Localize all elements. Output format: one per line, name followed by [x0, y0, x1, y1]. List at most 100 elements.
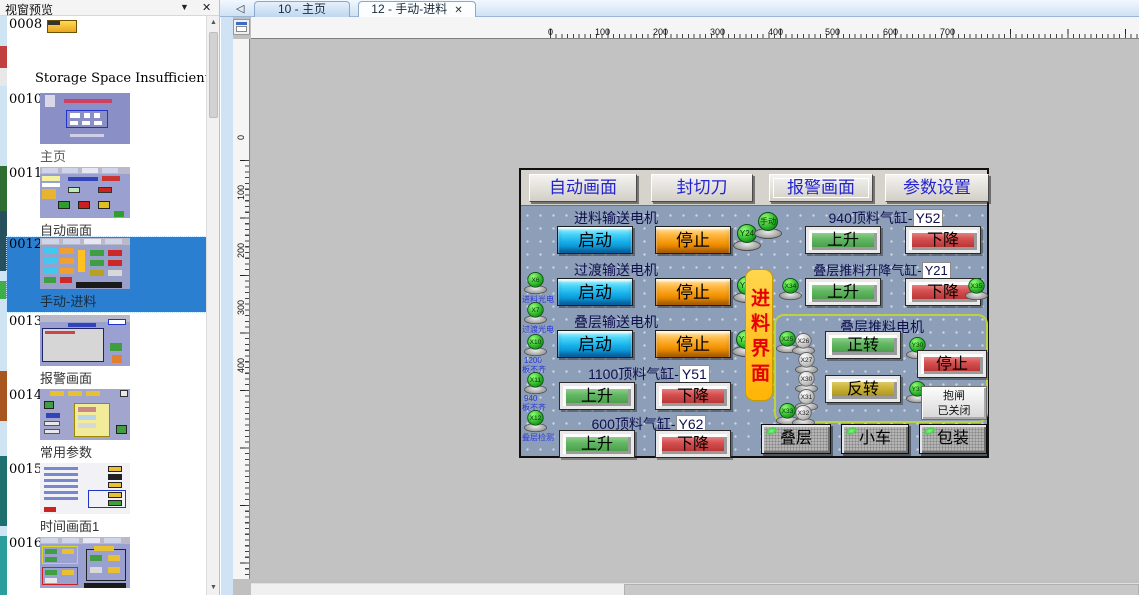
nav-button-auto-screen[interactable]: 自动画面: [529, 174, 637, 202]
screen-number: 0016: [9, 536, 42, 551]
screen-caption: 常用参数: [40, 442, 92, 461]
stop-button-transition-conveyor[interactable]: 停止: [655, 278, 731, 306]
screen-caption: 主页: [40, 146, 66, 165]
screen-thumbnail: [40, 238, 130, 289]
stop-button-push-motor[interactable]: 停止: [917, 350, 987, 378]
footer-button-cart[interactable]: 小车: [841, 424, 909, 454]
screen-caption: 时间画面1: [40, 516, 99, 535]
ruler-tick-label: 200: [236, 243, 246, 258]
close-icon[interactable]: ✕: [202, 1, 211, 14]
tab-bar: ◁ 10 - 主页 12 - 手动-进料 ✕: [220, 0, 1139, 17]
indicator-dot: [765, 426, 777, 435]
scrollbar-thumb[interactable]: [209, 32, 218, 118]
up-button-1100-cylinder[interactable]: 上升: [559, 382, 635, 410]
start-button-stack-conveyor[interactable]: 启动: [557, 330, 633, 358]
sidebar-item-screen-0013[interactable]: 0013 报警画面: [7, 314, 206, 388]
sensor-label: 叠层检测: [522, 432, 554, 443]
ruler-tick-label: 0: [525, 27, 553, 37]
tag-Y52: Y52: [913, 209, 944, 227]
screen-caption: 报警画面: [40, 368, 92, 387]
start-button-transition-conveyor[interactable]: 启动: [557, 278, 633, 306]
nav-button-parameter-settings[interactable]: 参数设置: [885, 174, 989, 202]
lamp-X11[interactable]: X11: [524, 372, 547, 394]
tag-Y21: Y21: [922, 262, 951, 279]
cylinder-title-940: 940顶料气缸-Y52: [791, 208, 981, 228]
screen-number: 0014: [9, 388, 42, 403]
feed-interface-banner[interactable]: 进料界面: [745, 269, 773, 401]
lamp-X7[interactable]: X7: [524, 302, 547, 324]
tab-screen-10[interactable]: 10 - 主页: [254, 1, 350, 17]
tab-screen-12[interactable]: 12 - 手动-进料 ✕: [358, 1, 476, 17]
screen-caption: 手动-进料: [40, 291, 96, 310]
canvas-horizontal-scrollbar[interactable]: [251, 583, 1139, 595]
screen-number: 0015: [9, 462, 42, 477]
forward-button-push-motor[interactable]: 正转: [825, 331, 901, 359]
ruler-tick-label: 0: [236, 135, 246, 140]
up-button-stack-lift-cylinder[interactable]: 上升: [805, 278, 881, 306]
down-button-940-cylinder[interactable]: 下降: [905, 226, 981, 254]
footer-button-stack[interactable]: 叠层: [761, 424, 831, 454]
screen-thumbnail: [47, 20, 77, 33]
up-button-600-cylinder[interactable]: 上升: [559, 430, 635, 458]
start-button-feed-conveyor[interactable]: 启动: [557, 226, 633, 254]
sidebar-item-screen-0008[interactable]: 0008 Storage Space Insufficient: [7, 17, 206, 91]
screen-thumbnail: [40, 463, 130, 514]
horizontal-ruler: 0 100 200 300 400 500 600 700: [251, 17, 1139, 39]
hmi-screen-manual-feed[interactable]: 自动画面 封切刀 报警画面 参数设置 进料输送电机 启动 停止 Y24 手动 过…: [519, 168, 989, 458]
vertical-ruler: 0 100 200 300 400: [233, 39, 250, 579]
nav-button-seal-cutter[interactable]: 封切刀: [651, 174, 753, 202]
ruler-tick-label: 500: [812, 27, 840, 37]
scroll-up-icon[interactable]: ▲: [208, 17, 219, 29]
hmi-editor-window: 视窗预览 ▼ ✕ 0008 Storage Space Insufficient…: [0, 0, 1139, 595]
stop-button-stack-conveyor[interactable]: 停止: [655, 330, 731, 358]
panel-splitter[interactable]: [220, 17, 233, 595]
tab-scroll-left-icon[interactable]: ◁: [236, 2, 244, 15]
screen-caption: Storage Space Insufficient: [35, 71, 210, 86]
sidebar-item-screen-0011[interactable]: 0011 自动画面: [7, 166, 206, 240]
lamp-X12[interactable]: X12: [524, 410, 547, 432]
chevron-down-icon[interactable]: ▼: [180, 2, 189, 12]
footer-button-packaging[interactable]: 包装: [919, 424, 987, 454]
ruler-tick-label: 600: [870, 27, 898, 37]
lamp-X35[interactable]: X35: [965, 278, 988, 300]
lamp-X10[interactable]: X10: [524, 334, 547, 356]
screen-number: 0008: [9, 17, 42, 32]
screen-number: 0011: [9, 166, 42, 181]
stop-button-feed-conveyor[interactable]: 停止: [655, 226, 731, 254]
screen-number: 0013: [9, 314, 42, 329]
sidebar-item-screen-0014[interactable]: 0014 常用参数: [7, 388, 206, 462]
screen-thumbnail: [40, 389, 130, 440]
lamp-X34[interactable]: X34: [779, 278, 802, 300]
sidebar-item-screen-0016[interactable]: 0016: [7, 536, 206, 595]
ruler-tick-label: 300: [697, 27, 725, 37]
motor-title-feed-conveyor: 进料输送电机: [521, 208, 711, 228]
screen-nav-strip: 自动画面 封切刀 报警画面 参数设置: [521, 170, 987, 206]
tab-label: 12 - 手动-进料: [371, 2, 447, 16]
down-button-1100-cylinder[interactable]: 下降: [655, 382, 731, 410]
brake-line2: 已关闭: [922, 404, 986, 419]
tab-close-icon[interactable]: ✕: [454, 5, 462, 16]
sidebar-item-screen-0015[interactable]: 0015 时间画面1: [7, 462, 206, 536]
scrollbar-thumb[interactable]: [624, 584, 1139, 595]
reverse-button-push-motor[interactable]: 反转: [825, 375, 901, 403]
desktop-edge-artifact: [0, 16, 7, 595]
indicator-dot: [845, 426, 857, 435]
lamp-manual-mode[interactable]: 手动: [754, 212, 782, 239]
scroll-down-icon[interactable]: ▼: [208, 582, 219, 594]
tab-label: 10 - 主页: [278, 2, 326, 16]
sidebar-scrollbar[interactable]: ▲ ▼: [206, 16, 219, 595]
tag-Y51: Y51: [679, 365, 710, 383]
sidebar-item-screen-0010[interactable]: 0010 主页: [7, 92, 206, 166]
up-button-940-cylinder[interactable]: 上升: [805, 226, 881, 254]
ruler-tick-label: 100: [236, 185, 246, 200]
motor-title-transition-conveyor: 过渡输送电机: [521, 260, 711, 280]
brake-line1: 抱闸: [922, 389, 986, 404]
screen-thumbnail: [40, 93, 130, 144]
lamp-X6[interactable]: X6: [524, 272, 547, 294]
sidebar-item-screen-0012[interactable]: 0012: [7, 237, 206, 312]
brake-status-box[interactable]: 抱闸 已关闭: [921, 386, 987, 420]
down-button-600-cylinder[interactable]: 下降: [655, 430, 731, 458]
nav-button-alarm-screen[interactable]: 报警画面: [769, 174, 873, 202]
screen-number: 0012: [9, 237, 42, 252]
screen-thumbnail: [40, 315, 130, 366]
